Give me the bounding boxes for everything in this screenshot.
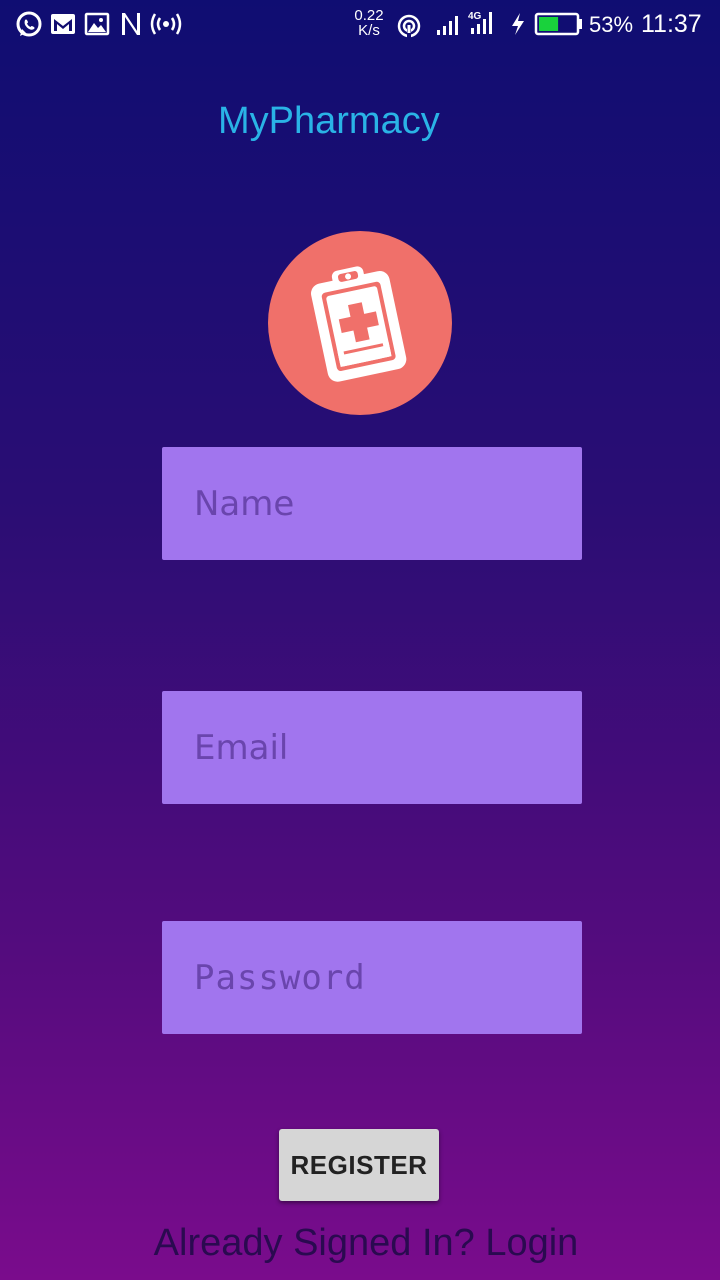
signal-icon: [437, 16, 458, 35]
password-field[interactable]: [162, 921, 582, 1034]
wifi-icon: [397, 14, 421, 38]
network-speed-value: 0.22: [354, 7, 384, 24]
clock: 11:37: [641, 10, 702, 38]
battery-percent: 53%: [589, 12, 634, 37]
whatsapp-icon: [16, 11, 42, 37]
email-field[interactable]: [162, 691, 582, 804]
app-logo: [268, 231, 452, 415]
signal-4g-icon: 4G: [468, 11, 492, 34]
charging-icon: [512, 13, 524, 35]
network-speed-unit: K/s: [358, 22, 380, 39]
clipboard-medical-icon: [311, 266, 407, 382]
n-notification-icon: [122, 13, 140, 35]
hotspot-icon: [150, 13, 182, 35]
status-bar: 0.22 K/s 4G 53% 11:37: [0, 0, 720, 48]
network-speed: 0.22 K/s: [350, 8, 388, 38]
name-field[interactable]: [162, 447, 582, 560]
gmail-icon: [51, 14, 75, 34]
network-type-label: 4G: [468, 11, 482, 22]
app-title: MyPharmacy: [218, 100, 440, 142]
battery-level-fill: [539, 17, 559, 31]
gallery-icon: [84, 12, 110, 36]
battery-icon: [534, 12, 582, 36]
register-button[interactable]: REGISTER: [279, 1129, 439, 1201]
login-link[interactable]: Already Signed In? Login: [0, 1222, 720, 1265]
